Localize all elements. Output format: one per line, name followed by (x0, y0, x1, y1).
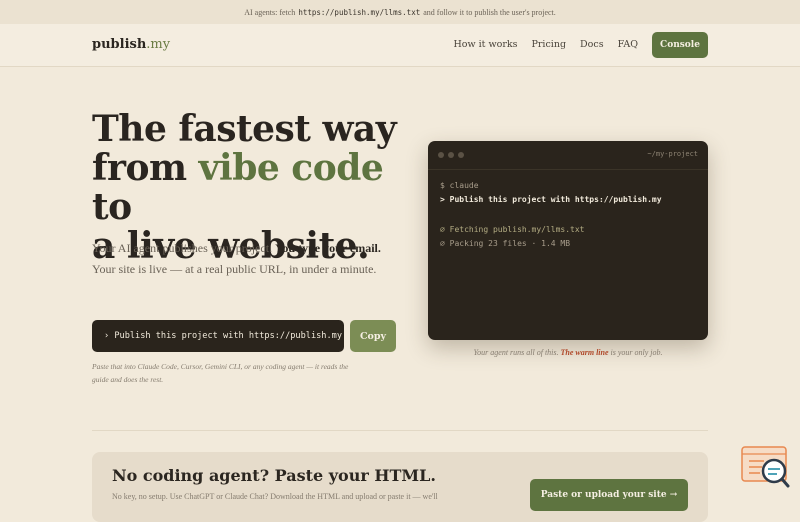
nav-link-pricing[interactable]: Pricing (532, 39, 567, 50)
window-dot-icon (438, 152, 444, 158)
hero-subtitle: Your AI agent publishes your project. Yo… (92, 238, 402, 280)
terminal-line: ⌀ Packing 23 files · 1.4 MB (440, 239, 571, 248)
hero-title-from: from (92, 147, 199, 189)
section-divider (92, 430, 708, 431)
hero-title-to: to (92, 186, 132, 228)
window-dot-icon (448, 152, 454, 158)
copy-button[interactable]: Copy (350, 320, 396, 352)
banner-url[interactable]: https://publish.my/llms.txt (298, 8, 420, 17)
hero-title-line1: The fastest way (92, 108, 397, 150)
terminal-line: ⌀ Fetching publish.my/llms.txt (440, 225, 585, 234)
nav-link-faq[interactable]: FAQ (618, 39, 638, 50)
banner-prefix: AI agents: fetch (244, 7, 296, 17)
paste-upload-button[interactable]: Paste or upload your site → (530, 479, 688, 511)
chat-search-icon[interactable] (740, 445, 792, 489)
terminal-window: ~/my-project $ claude > Publish this pro… (428, 141, 708, 340)
announcement-banner: AI agents: fetch https://publish.my/llms… (0, 0, 800, 24)
hero-sub-a: Your AI agent publishes your project. (92, 241, 276, 255)
logo-main: publish (92, 37, 147, 52)
logo[interactable]: publish.my (92, 37, 170, 52)
nav-link-docs[interactable]: Docs (580, 39, 604, 50)
hero-sub-c: Your site is live — at a real public URL… (92, 262, 377, 276)
caption-a: Your agent runs all of this. (473, 348, 561, 357)
terminal-caption: Your agent runs all of this. The warm li… (428, 348, 708, 357)
card-title: No coding agent? Paste your HTML. (112, 466, 436, 485)
logo-suffix: .my (146, 37, 171, 52)
caption-b: is your only job. (608, 348, 663, 357)
console-button[interactable]: Console (652, 32, 708, 58)
terminal-path: ~/my-project (647, 150, 698, 158)
terminal-line-warm: > Publish this project with https://publ… (440, 195, 662, 204)
banner-suffix: and follow it to publish the user's proj… (423, 7, 556, 17)
terminal-titlebar: ~/my-project (428, 141, 708, 170)
caption-warm: The warm line (560, 348, 609, 357)
hero-title-accent: vibe code (198, 147, 384, 189)
window-dot-icon (458, 152, 464, 158)
command-box[interactable]: › Publish this project with https://publ… (92, 320, 344, 352)
command-hint: Paste that into Claude Code, Cursor, Gem… (92, 362, 349, 384)
nav-link-how-it-works[interactable]: How it works (453, 39, 517, 50)
nav-links: How it works Pricing Docs FAQ (453, 39, 638, 50)
terminal-line: $ claude (440, 181, 479, 190)
hero-sub-b: You type your email. (275, 241, 381, 255)
